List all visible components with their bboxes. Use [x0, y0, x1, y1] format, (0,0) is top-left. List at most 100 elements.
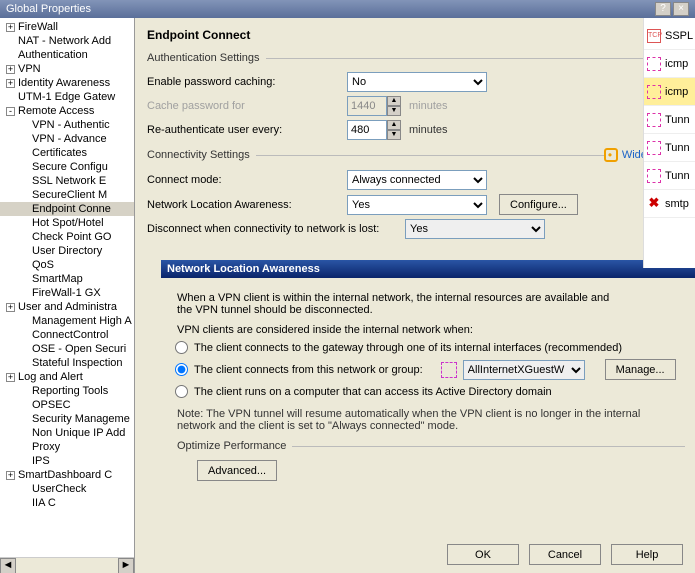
- tree-item-label: NAT - Network Add: [18, 35, 111, 47]
- enable-cache-select[interactable]: No: [347, 72, 487, 92]
- help-button[interactable]: ?: [655, 2, 671, 16]
- tree-item-label: Remote Access: [18, 105, 94, 117]
- nla-group-select[interactable]: AllInternetXGuestW: [463, 360, 585, 380]
- expander-icon[interactable]: -: [6, 107, 15, 116]
- cache-for-input: [347, 96, 387, 116]
- tree-item[interactable]: +VPN: [0, 62, 134, 76]
- cancel-button[interactable]: Cancel: [529, 544, 601, 565]
- expander-icon[interactable]: +: [6, 23, 15, 32]
- nla-select[interactable]: Yes: [347, 195, 487, 215]
- tree-item[interactable]: Secure Configu: [0, 160, 134, 174]
- list-item[interactable]: Tunn: [644, 106, 695, 134]
- tree-item[interactable]: Hot Spot/Hotel: [0, 216, 134, 230]
- tree-item-label: Stateful Inspection: [32, 357, 123, 369]
- configure-button[interactable]: Configure...: [499, 194, 578, 215]
- nav-tree: +FireWallNAT - Network AddAuthentication…: [0, 18, 135, 573]
- tree-item[interactable]: FireWall-1 GX: [0, 286, 134, 300]
- list-item[interactable]: Tunn: [644, 162, 695, 190]
- tree-item[interactable]: OPSEC: [0, 398, 134, 412]
- connect-mode-select[interactable]: Always connected: [347, 170, 487, 190]
- list-item-label: smtp: [665, 198, 689, 210]
- page-title: Endpoint Connect: [147, 28, 683, 42]
- tree-item[interactable]: Authentication: [0, 48, 134, 62]
- expander-icon[interactable]: +: [6, 79, 15, 88]
- tree-item[interactable]: Security Manageme: [0, 412, 134, 426]
- tree-item[interactable]: Reporting Tools: [0, 384, 134, 398]
- manage-button[interactable]: Manage...: [605, 359, 676, 380]
- tree-item[interactable]: Endpoint Conne: [0, 202, 134, 216]
- tree-item[interactable]: NAT - Network Add: [0, 34, 134, 48]
- tree-item-label: SecureClient M: [32, 189, 107, 201]
- ok-button[interactable]: OK: [447, 544, 519, 565]
- tree-item[interactable]: Stateful Inspection: [0, 356, 134, 370]
- reauth-input[interactable]: [347, 120, 387, 140]
- expander-icon[interactable]: +: [6, 373, 15, 382]
- tree-item[interactable]: IPS: [0, 454, 134, 468]
- tree-item[interactable]: OSE - Open Securi: [0, 342, 134, 356]
- tree-item[interactable]: +FireWall: [0, 20, 134, 34]
- tree-item[interactable]: +User and Administra: [0, 300, 134, 314]
- tree-item[interactable]: -Remote Access: [0, 104, 134, 118]
- nla-opt3-radio[interactable]: [175, 385, 188, 398]
- tree-item-label: UTM-1 Edge Gatew: [18, 91, 115, 103]
- tree-item[interactable]: UserCheck: [0, 482, 134, 496]
- svc-icon: [647, 57, 661, 71]
- tree-item[interactable]: VPN - Authentic: [0, 118, 134, 132]
- enable-cache-label: Enable password caching:: [147, 76, 347, 88]
- tree-item[interactable]: +SmartDashboard C: [0, 468, 134, 482]
- spin-up-icon: ▲: [387, 96, 401, 106]
- tree-item-label: Check Point GO: [32, 231, 111, 243]
- list-item-label: icmp: [665, 58, 688, 70]
- tree-item[interactable]: UTM-1 Edge Gatew: [0, 90, 134, 104]
- scroll-right-icon[interactable]: ►: [118, 558, 134, 573]
- tree-item[interactable]: +Log and Alert: [0, 370, 134, 384]
- tree-item[interactable]: QoS: [0, 258, 134, 272]
- tree-item[interactable]: IIA C: [0, 496, 134, 510]
- advanced-button[interactable]: Advanced...: [197, 460, 277, 481]
- spin-down-icon[interactable]: ▼: [387, 130, 401, 140]
- tree-item-label: User Directory: [32, 245, 102, 257]
- wide-impact-icon: [604, 148, 618, 162]
- tree-item[interactable]: User Directory: [0, 244, 134, 258]
- nla-opt2-radio[interactable]: [175, 363, 188, 376]
- tree-item[interactable]: Management High A: [0, 314, 134, 328]
- nla-opt1-radio[interactable]: [175, 341, 188, 354]
- tree-item[interactable]: Check Point GO: [0, 230, 134, 244]
- tree-item[interactable]: ConnectControl: [0, 328, 134, 342]
- expander-icon[interactable]: +: [6, 471, 15, 480]
- nla-label: Network Location Awareness:: [147, 199, 347, 211]
- tree-item[interactable]: SmartMap: [0, 272, 134, 286]
- spin-down-icon: ▼: [387, 106, 401, 116]
- window-title: Global Properties: [6, 3, 91, 15]
- svc-icon: [647, 113, 661, 127]
- nla-desc: When a VPN client is within the internal…: [177, 292, 617, 316]
- expander-icon[interactable]: +: [6, 65, 15, 74]
- list-item[interactable]: icmp: [644, 50, 695, 78]
- tree-item-label: UserCheck: [32, 483, 86, 495]
- list-item[interactable]: TCPSSPL: [644, 22, 695, 50]
- tree-item[interactable]: +Identity Awareness: [0, 76, 134, 90]
- disconnect-select[interactable]: Yes: [405, 219, 545, 239]
- tree-item-label: User and Administra: [18, 301, 117, 313]
- tree-item[interactable]: Non Unique IP Add: [0, 426, 134, 440]
- help-button[interactable]: Help: [611, 544, 683, 565]
- list-item[interactable]: icmp: [644, 78, 695, 106]
- tree-item[interactable]: VPN - Advance: [0, 132, 134, 146]
- scroll-left-icon[interactable]: ◄: [0, 558, 16, 573]
- tree-item[interactable]: Proxy: [0, 440, 134, 454]
- list-item[interactable]: ✖smtp: [644, 190, 695, 218]
- tree-item-label: QoS: [32, 259, 54, 271]
- spin-up-icon[interactable]: ▲: [387, 120, 401, 130]
- tree-item[interactable]: Certificates: [0, 146, 134, 160]
- tree-scrollbar[interactable]: ◄ ►: [0, 557, 134, 573]
- tree-item-label: IPS: [32, 455, 50, 467]
- tree-item-label: Non Unique IP Add: [32, 427, 125, 439]
- close-button[interactable]: ×: [673, 2, 689, 16]
- group-icon: [441, 362, 457, 378]
- expander-icon[interactable]: +: [6, 303, 15, 312]
- list-item[interactable]: Tunn: [644, 134, 695, 162]
- tree-item[interactable]: SecureClient M: [0, 188, 134, 202]
- tree-item[interactable]: SSL Network E: [0, 174, 134, 188]
- tcp-icon: TCP: [647, 29, 661, 43]
- tree-item-label: Hot Spot/Hotel: [32, 217, 104, 229]
